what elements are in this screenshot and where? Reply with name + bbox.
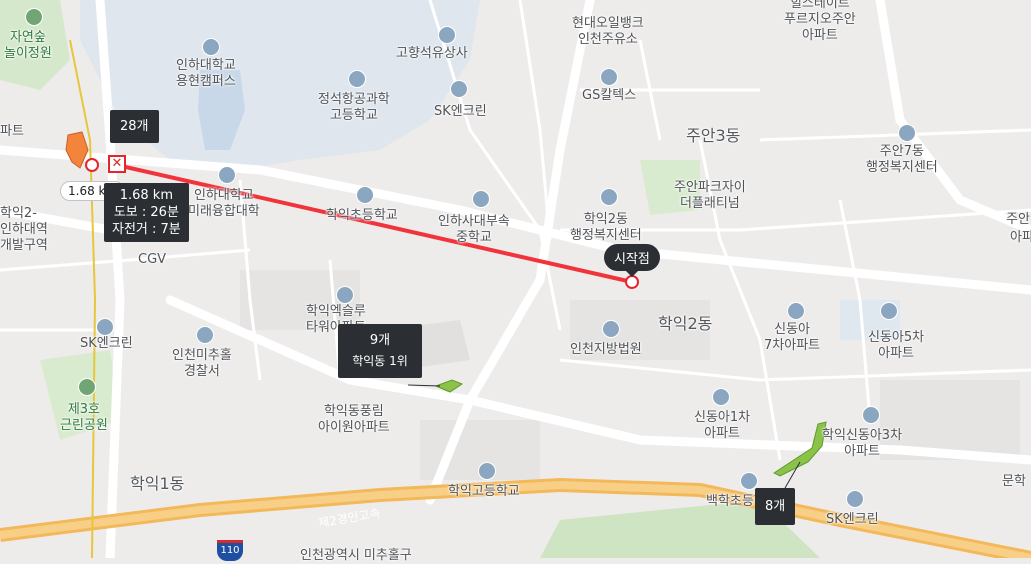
label-bottom-partial: 인천광역시 미추홀구 xyxy=(300,548,412,563)
label-juan7: 주안7동 행정복지센터 xyxy=(866,144,938,175)
office-icon xyxy=(600,188,618,206)
label-juan3: 주안3동 xyxy=(686,126,741,145)
building-icon xyxy=(336,286,354,304)
building-icon xyxy=(712,388,730,406)
park-icon xyxy=(25,8,43,26)
school-icon xyxy=(478,462,496,480)
label-sk-en-left: SK엔크린 xyxy=(80,336,133,351)
gas-station-icon xyxy=(96,318,114,336)
police-icon xyxy=(196,326,214,344)
label-sindonga5: 신동아5차 아파트 xyxy=(868,330,925,361)
cluster-marker-1[interactable]: 28개 xyxy=(110,110,159,143)
label-hakik1: 학익1동 xyxy=(130,474,185,493)
label-hakik2: 학익2동 xyxy=(658,314,713,333)
gas-station-icon xyxy=(846,490,864,508)
label-left-partial: 파트 xyxy=(0,124,24,139)
label-hakik-pungrim: 학익동풍림 아이원아파트 xyxy=(318,404,390,435)
label-right-partial-3: 문학 xyxy=(1002,474,1026,489)
cluster-marker-2[interactable]: 9개 학익동 1위 xyxy=(338,324,422,378)
label-sindonga7: 신동아 7차아파트 xyxy=(764,322,821,353)
building-icon xyxy=(880,302,898,320)
route-info-box: 1.68 km 도보 : 26분 자전거 : 7분 xyxy=(104,183,189,242)
label-michuhol-police: 인천미추홀 경찰서 xyxy=(172,348,232,379)
gas-station-icon xyxy=(438,26,456,44)
cluster-count: 9개 xyxy=(369,333,391,348)
gas-station-icon xyxy=(600,68,618,86)
close-icon[interactable]: ✕ xyxy=(108,155,126,173)
cluster-count: 8개 xyxy=(765,499,786,514)
school-icon xyxy=(202,38,220,56)
school-icon xyxy=(472,190,490,208)
label-hakik-sindonga3: 학익신동아3차 아파트 xyxy=(822,428,903,459)
label-juan-park-xi: 주안파크자이 더플래티넘 xyxy=(674,180,746,211)
label-hillstate: 힐스테이트 푸르지오주안 아파트 xyxy=(784,0,856,43)
park-icon xyxy=(78,378,96,396)
label-inha-sabu: 인하사대부속 중학교 xyxy=(438,214,510,245)
label-inha-future: 인하대학교 미래융합대학 xyxy=(188,188,260,219)
label-hakik2-center: 학익2동 행정복지센터 xyxy=(570,212,642,243)
route-start-point[interactable] xyxy=(625,275,639,289)
school-icon xyxy=(348,70,366,88)
label-cgv: CGV xyxy=(138,252,167,267)
label-hakik-high: 학익고등학교 xyxy=(448,484,520,499)
label-right-partial-2: 아파 xyxy=(1010,230,1031,245)
cluster-rank: 학익동 1위 xyxy=(352,354,408,368)
label-incheon-court: 인천지방법원 xyxy=(570,342,642,357)
route-info-bike: 자전거 : 7분 xyxy=(112,222,181,237)
label-gohyang: 고향석유상사 xyxy=(396,46,468,61)
label-sk-en-top: SK엔크린 xyxy=(434,104,487,119)
school-icon xyxy=(218,166,236,184)
route-waypoint[interactable] xyxy=(85,158,99,172)
route-start-label: 시작점 xyxy=(604,244,660,277)
cluster-count: 28개 xyxy=(120,119,149,134)
label-hakik-elem: 학익초등학교 xyxy=(326,208,398,223)
office-icon xyxy=(602,320,620,338)
label-hyundai-oil: 현대오일뱅크 인천주유소 xyxy=(572,16,644,47)
label-gs-caltex: GS칼텍스 xyxy=(582,88,637,103)
label-right-partial-1: 주안 xyxy=(1006,212,1030,227)
gas-station-icon xyxy=(450,80,468,98)
label-jeongseok: 정석항공과학 고등학교 xyxy=(318,92,390,123)
label-park3: 제3호 근린공원 xyxy=(60,402,108,433)
school-icon xyxy=(356,186,374,204)
building-icon xyxy=(862,406,880,424)
building-icon xyxy=(787,302,805,320)
office-icon xyxy=(898,124,916,142)
label-sk-en-bottom: SK엔크린 xyxy=(826,512,879,527)
label-sindonga1: 신동아1차 아파트 xyxy=(694,410,751,441)
label-hakik2-dev: 학익2- 인하대역 개발구역 xyxy=(0,206,48,253)
route-info-walk: 도보 : 26분 xyxy=(113,205,179,220)
label-inha-univ: 인하대학교 용현캠퍼스 xyxy=(176,58,236,89)
cluster-marker-3[interactable]: 8개 xyxy=(755,488,796,525)
label-nature-park: 자연숲 놀이정원 xyxy=(4,30,52,61)
route-info-distance: 1.68 km xyxy=(119,188,174,203)
